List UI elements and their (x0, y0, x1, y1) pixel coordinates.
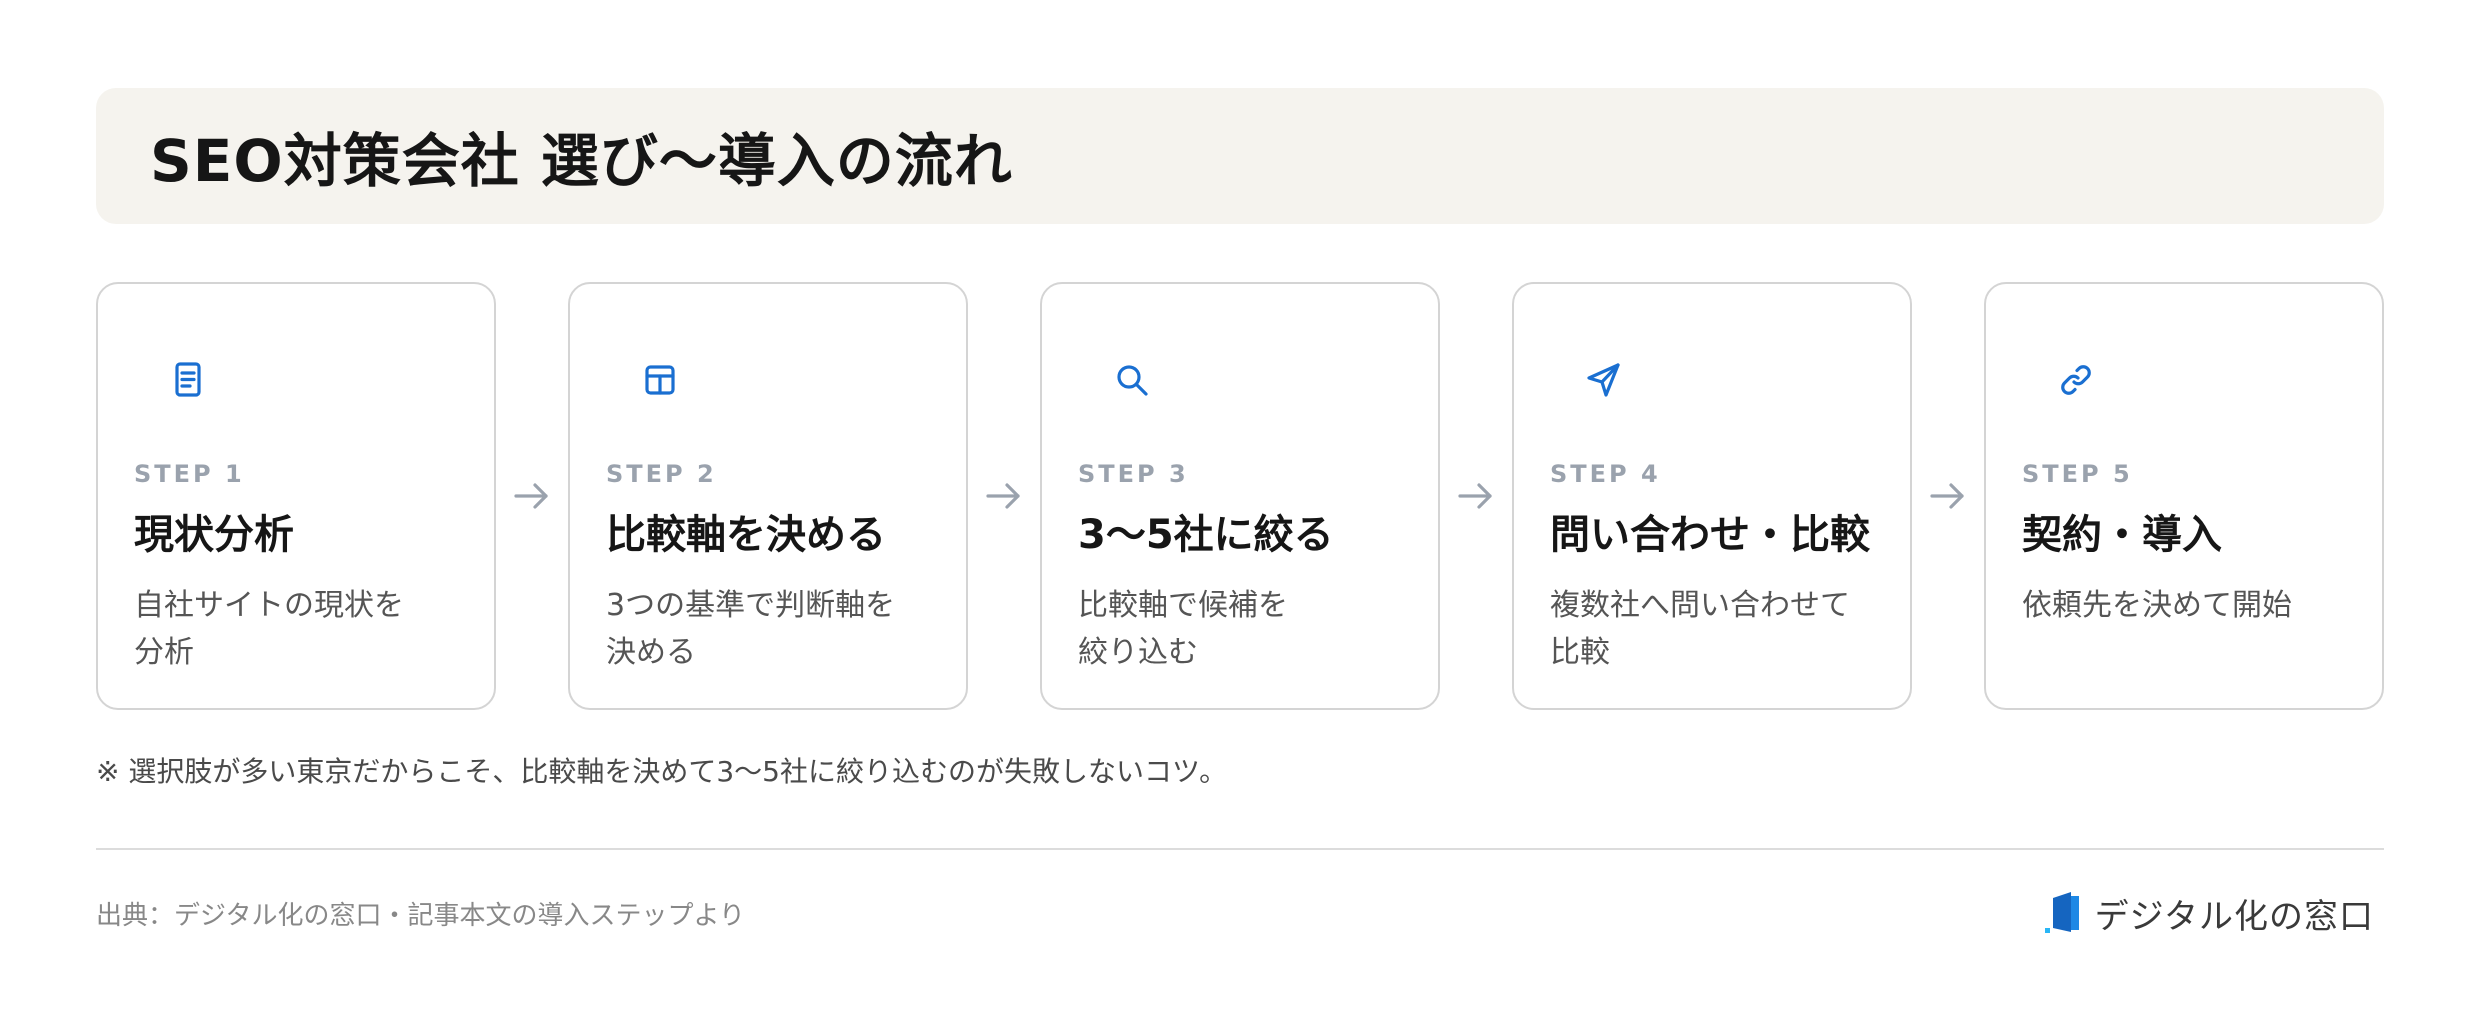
step-label: STEP 2 (606, 460, 717, 488)
step-card-3: STEP 3 3〜5社に絞る 比較軸で候補を 絞り込む (1040, 282, 1440, 710)
step-title: 契約・導入 (2022, 512, 2222, 558)
step-label: STEP 1 (134, 460, 245, 488)
step-label: STEP 5 (2022, 460, 2133, 488)
step-description: 複数社へ問い合わせて 比較 (1550, 588, 1850, 670)
document-icon (160, 352, 216, 408)
step-title: 3〜5社に絞る (1078, 512, 1334, 558)
step-description: 依頼先を決めて開始 (2022, 588, 2292, 623)
page: SEO対策会社 選び〜導入の流れ STEP 1 現状分析 自社サイトの現状を 分… (96, 88, 2384, 938)
page-title: SEO対策会社 選び〜導入の流れ (150, 127, 1013, 195)
step-card-1: STEP 1 現状分析 自社サイトの現状を 分析 (96, 282, 496, 710)
table-icon (632, 352, 688, 408)
step-title: 問い合わせ・比較 (1550, 512, 1870, 558)
divider (96, 848, 2384, 850)
footer: 出典：デジタル化の窓口・記事本文の導入ステップより デジタル化の窓口 (96, 888, 2384, 938)
source-credit: 出典：デジタル化の窓口・記事本文の導入ステップより (96, 900, 745, 931)
arrow-right-icon (1912, 282, 1984, 710)
arrow-right-icon (496, 282, 568, 710)
arrow-right-icon (968, 282, 1040, 710)
step-label: STEP 3 (1078, 460, 1189, 488)
title-banner: SEO対策会社 選び〜導入の流れ (96, 88, 2384, 224)
footnote: ※ 選択肢が多い東京だからこそ、比較軸を決めて3〜5社に絞り込むのが失敗しないコ… (96, 755, 1228, 788)
brand: デジタル化の窓口 (2043, 889, 2374, 938)
step-description: 比較軸で候補を 絞り込む (1078, 588, 1288, 670)
step-card-4: STEP 4 問い合わせ・比較 複数社へ問い合わせて 比較 (1512, 282, 1912, 710)
link-icon (2048, 352, 2104, 408)
search-icon (1104, 352, 1160, 408)
step-flow: STEP 1 現状分析 自社サイトの現状を 分析 STEP 2 比較軸を決める … (96, 282, 2384, 710)
brand-name: デジタル化の窓口 (2094, 896, 2374, 937)
send-icon (1576, 352, 1632, 408)
step-title: 現状分析 (134, 512, 294, 558)
step-label: STEP 4 (1550, 460, 1661, 488)
step-card-5: STEP 5 契約・導入 依頼先を決めて開始 (1984, 282, 2384, 710)
step-description: 3つの基準で判断軸を 決める (606, 588, 896, 670)
step-title: 比較軸を決める (606, 512, 886, 558)
arrow-right-icon (1440, 282, 1512, 710)
step-card-2: STEP 2 比較軸を決める 3つの基準で判断軸を 決める (568, 282, 968, 710)
window-logo-icon (2043, 890, 2083, 936)
step-description: 自社サイトの現状を 分析 (134, 588, 404, 670)
